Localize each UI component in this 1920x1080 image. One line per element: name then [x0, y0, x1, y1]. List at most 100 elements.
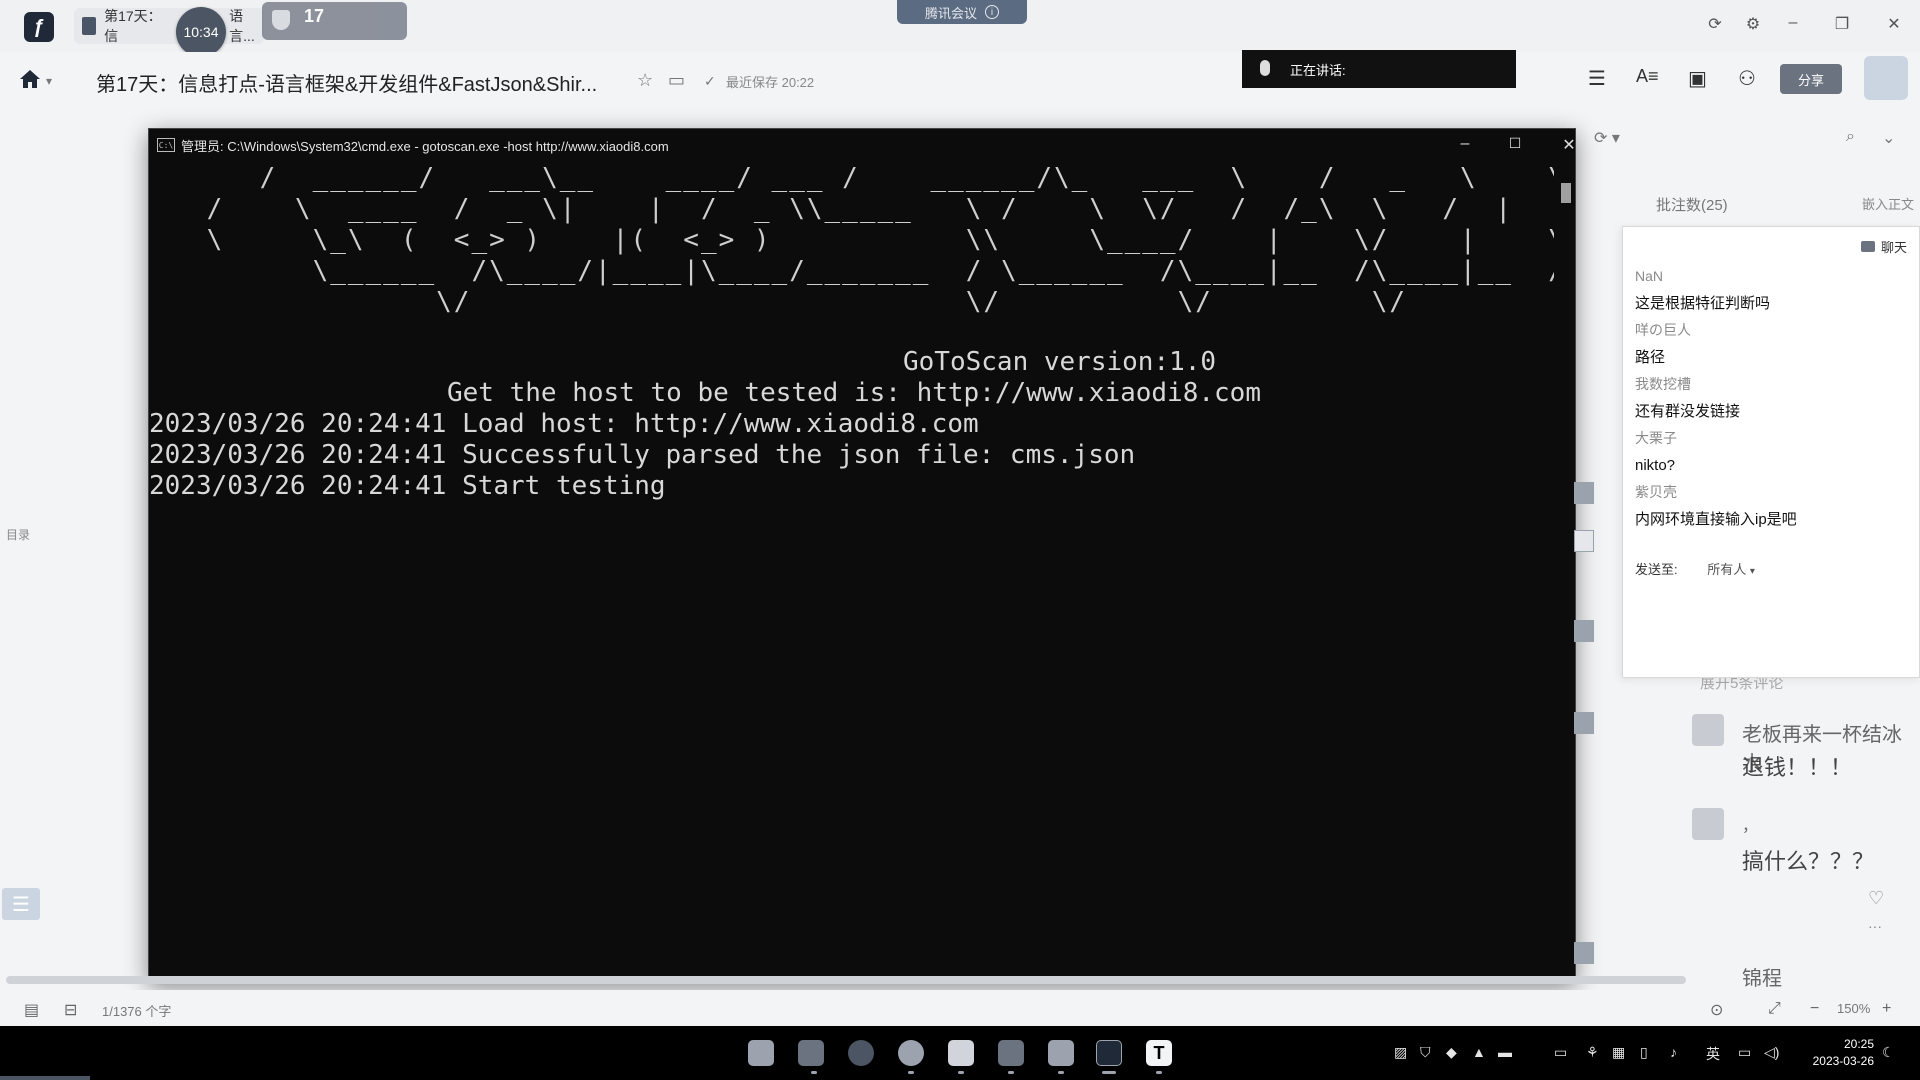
side-marker [1574, 482, 1594, 504]
tray-shield-icon[interactable]: ⛉ [1420, 1044, 1431, 1061]
fullscreen-icon[interactable]: ⤢ [1768, 1000, 1781, 1018]
home-icon[interactable] [18, 68, 42, 90]
tray-monitor-icon[interactable]: ▭ [1554, 1044, 1567, 1061]
send-to-value[interactable]: 所有人 [1707, 562, 1746, 577]
typora-icon[interactable]: T [1146, 1040, 1172, 1066]
minimize-button[interactable]: – [1781, 14, 1805, 32]
cmd-scrollbar[interactable] [1553, 161, 1575, 981]
start-icon[interactable] [748, 1040, 774, 1066]
zoom-level: 150% [1837, 1001, 1871, 1016]
log-line: 2023/03/26 20:24:41 Successfully parsed … [149, 440, 1136, 470]
notification-icon[interactable]: ☾ [1882, 1044, 1895, 1061]
chrome-browser-icon[interactable] [898, 1040, 924, 1066]
document-title: 第17天：信息打点-语言框架&开发组件&FastJson&Shir... [96, 74, 598, 96]
document-app-icon[interactable] [1048, 1040, 1074, 1066]
add-comment-icon[interactable] [1574, 530, 1594, 552]
meeting-label: 腾讯会议 [924, 5, 977, 21]
terminal-icon[interactable] [1096, 1040, 1122, 1066]
system-clock[interactable]: 20:25 2023-03-26 [1800, 1036, 1874, 1070]
more-options-icon[interactable]: ··· [1868, 918, 1882, 934]
text-format-icon[interactable]: A≡ [1636, 66, 1659, 87]
tray-app-icon[interactable]: ▲ [1472, 1044, 1486, 1060]
file-explorer-icon[interactable] [798, 1040, 824, 1066]
embed-body-link[interactable]: 嵌入正文 [1862, 194, 1914, 213]
image-viewer-icon[interactable] [998, 1040, 1024, 1066]
meeting-tab[interactable]: 腾讯会议 i [897, 0, 1027, 24]
notification-pill[interactable]: 17 [262, 2, 407, 40]
outline-menu-button[interactable]: ☰ [2, 888, 40, 920]
menu-icon[interactable]: ☰ [1588, 66, 1606, 91]
recording-time-badge: 10:34 [176, 7, 226, 57]
notification-count: 17 [304, 6, 325, 26]
page-view-icon[interactable]: ⊟ [64, 1000, 77, 1020]
toc-toggle[interactable]: 目录 [6, 526, 30, 544]
search-icon[interactable]: ⌕ [1846, 128, 1855, 146]
clock-time: 20:25 [1843, 1037, 1874, 1051]
annotation-count[interactable]: 批注数(25) [1656, 194, 1728, 215]
user-avatar[interactable] [1864, 56, 1908, 100]
cmd-maximize-button[interactable]: ☐ [1495, 135, 1535, 152]
microphone-icon [1260, 60, 1270, 76]
cmd-window[interactable]: C:\ 管理员: C:\Windows\System32\cmd.exe - g… [148, 128, 1576, 981]
tray-app-icon[interactable]: ▦ [1612, 1044, 1625, 1061]
status-bar [0, 990, 1920, 1026]
like-icon[interactable]: ♡ [1868, 888, 1884, 909]
outline-view-icon[interactable]: ▤ [24, 1000, 39, 1020]
host-prompt-line: Get the host to be tested is: http://www… [447, 378, 1261, 408]
info-icon: i [985, 5, 999, 19]
cmd-title: 管理员: C:\Windows\System32\cmd.exe - gotos… [181, 138, 669, 154]
comment-avatar [1692, 714, 1724, 746]
tray-network-icon[interactable]: ⚘ [1586, 1044, 1599, 1061]
chat-title: 聊天 [1880, 240, 1907, 255]
running-indicator [908, 1071, 914, 1074]
refresh-icon[interactable]: ⟳ [1703, 14, 1727, 34]
close-button[interactable]: ✕ [1882, 14, 1906, 34]
folder-icon[interactable]: ▭ [668, 70, 685, 91]
home-dropdown-icon[interactable]: ▾ [46, 74, 52, 88]
tray-app-icon[interactable]: ▬ [1498, 1044, 1512, 1060]
document-icon [82, 17, 97, 35]
speaking-indicator: 正在讲话: [1242, 50, 1516, 88]
send-to-selector[interactable]: 发送至: 所有人 ▾ [1635, 559, 1755, 578]
edge-browser-icon[interactable] [848, 1040, 874, 1066]
tray-photo-icon[interactable]: ▨ [1394, 1044, 1407, 1061]
tray-microphone-icon[interactable]: ♪ [1670, 1044, 1677, 1060]
tray-display-icon[interactable]: ▭ [1738, 1044, 1751, 1061]
cmd-close-button[interactable]: ✕ [1549, 135, 1589, 155]
gotoscan-ascii-banner: / ______/ ___\__ ____/ ___ / ______/\_ _… [206, 163, 1554, 317]
document-tab[interactable]: 第17天：信 语言... [74, 8, 264, 44]
app-logo-icon[interactable]: ƒ [24, 12, 54, 42]
app-icon[interactable] [948, 1040, 974, 1066]
collaborator-icon[interactable]: ⚇ [1738, 66, 1756, 91]
tray-app-icon[interactable]: ◆ [1446, 1044, 1457, 1061]
speaking-label: 正在讲话: [1290, 62, 1346, 78]
running-indicator [1058, 1071, 1064, 1074]
cmd-title-bar[interactable]: C:\ 管理员: C:\Windows\System32\cmd.exe - g… [149, 129, 1576, 161]
input-method-indicator[interactable]: 英 [1706, 1044, 1720, 1064]
collapse-chevron-icon[interactable]: ⌄ [1882, 128, 1895, 148]
chat-sender: 大栗子 [1635, 430, 1677, 446]
zoom-out-icon[interactable]: − [1810, 1000, 1819, 1018]
chat-sender: 我数挖槽 [1635, 376, 1691, 392]
volume-icon[interactable]: ◁) [1764, 1044, 1779, 1061]
chat-message: 这是根据特征判断吗 [1635, 295, 1771, 312]
target-icon[interactable]: ⊙ [1710, 1000, 1723, 1020]
log-line: 2023/03/26 20:24:41 Load host: http://ww… [149, 409, 979, 439]
chat-sender: 紫贝壳 [1635, 484, 1677, 500]
chat-sender: NaN [1635, 268, 1664, 284]
tray-battery-icon[interactable]: ▯ [1640, 1044, 1648, 1061]
cmd-minimize-button[interactable]: – [1445, 135, 1485, 153]
present-icon[interactable]: ▣ [1688, 66, 1707, 91]
chat-header: 聊天 [1860, 237, 1907, 256]
share-button[interactable]: 分享 [1780, 64, 1842, 94]
horizontal-scrollbar[interactable] [6, 976, 1686, 984]
zoom-in-icon[interactable]: + [1882, 1000, 1891, 1018]
settings-icon[interactable]: ⚙ [1741, 14, 1765, 34]
restore-button[interactable]: ❐ [1830, 14, 1854, 34]
saved-check-icon: ✓ [704, 73, 716, 89]
sync-icon[interactable]: ⟳ ▾ [1594, 128, 1620, 148]
saved-status: 最近保存 20:22 [726, 75, 815, 90]
cmd-scroll-thumb[interactable] [1561, 183, 1571, 203]
comment-text: 锦程 [1742, 968, 1782, 990]
star-icon[interactable]: ☆ [637, 70, 653, 91]
